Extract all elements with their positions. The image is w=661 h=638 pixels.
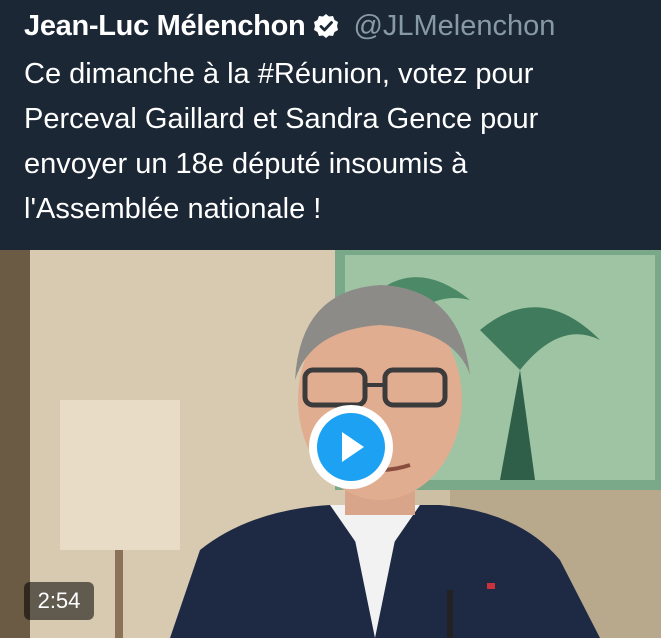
- video-duration-badge: 2:54: [24, 582, 94, 620]
- tweet-header: Jean-Luc Mélenchon @JLMelenchon: [24, 6, 641, 46]
- verified-badge-icon: [313, 13, 339, 39]
- video-player[interactable]: 2:54: [0, 250, 661, 638]
- author-handle[interactable]: @JLMelenchon: [353, 10, 555, 43]
- play-icon: [317, 413, 385, 481]
- tweet-text: Ce dimanche à la #Réunion, votez pour Pe…: [24, 58, 539, 225]
- play-button[interactable]: [309, 405, 393, 489]
- tweet-card: Jean-Luc Mélenchon @JLMelenchon Ce diman…: [0, 0, 661, 638]
- author-display-name[interactable]: Jean-Luc Mélenchon: [24, 10, 306, 43]
